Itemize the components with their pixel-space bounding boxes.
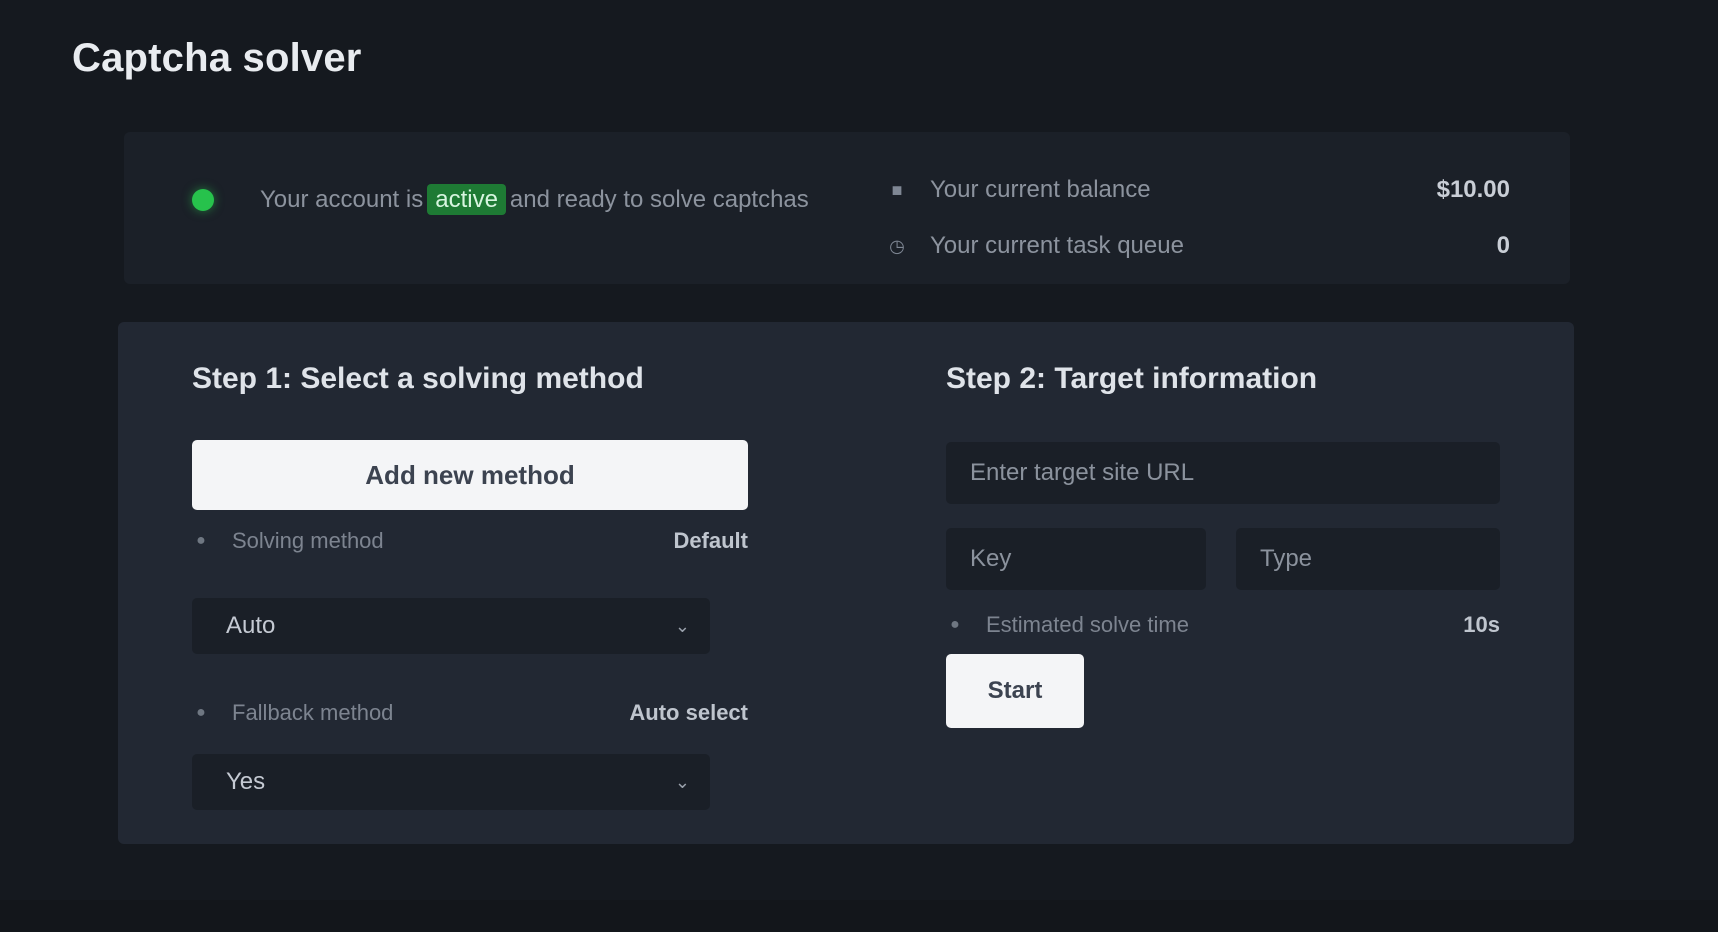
- page-title: Captcha solver: [72, 36, 362, 80]
- balance-label: Your current balance: [930, 176, 1151, 203]
- status-text-before: Your account is: [260, 186, 424, 213]
- queue-value: 0: [1496, 232, 1510, 259]
- status-indicator: [192, 189, 214, 211]
- info-icon: ●: [950, 616, 960, 633]
- chevron-down-icon: ⌄: [674, 615, 690, 636]
- status-text-after: and ready to solve captchas: [509, 186, 809, 213]
- status-badge: active: [427, 184, 506, 215]
- bottom-strip: [0, 900, 1718, 932]
- key-input[interactable]: [946, 528, 1206, 590]
- solve-time-value: 10s: [1463, 612, 1500, 637]
- add-method-button[interactable]: Add new method: [192, 440, 748, 510]
- solve-time-label: Estimated solve time: [986, 612, 1189, 637]
- type-input[interactable]: [1236, 528, 1500, 590]
- fallback-method-row: ● Fallback method Auto select: [192, 700, 748, 726]
- setup-card: Step 1: Select a solving method Add new …: [118, 322, 1574, 844]
- queue-label: Your current task queue: [930, 232, 1184, 259]
- balance-row: ■ Your current balance $10.00: [886, 162, 1510, 218]
- solve-time-row: ● Estimated solve time 10s: [946, 612, 1500, 638]
- info-icon: ●: [196, 532, 206, 549]
- account-status: Your account is active and ready to solve …: [192, 184, 809, 215]
- balance-value: $10.00: [1436, 176, 1510, 203]
- step1-title: Step 1: Select a solving method: [192, 362, 644, 395]
- fallback-method-select-value: Yes: [226, 768, 266, 795]
- wallet-icon: ■: [891, 179, 903, 200]
- fallback-method-select[interactable]: Yes ⌄: [192, 754, 710, 810]
- fallback-method-label: Fallback method: [232, 700, 394, 725]
- target-url-input[interactable]: [946, 442, 1500, 504]
- fallback-method-value: Auto select: [629, 700, 748, 725]
- solving-method-select[interactable]: Auto ⌄: [192, 598, 710, 654]
- info-icon: ●: [196, 704, 206, 721]
- account-status-card: Your account is active and ready to solve …: [124, 132, 1570, 284]
- solving-method-select-value: Auto: [226, 612, 276, 639]
- solving-method-value: Default: [673, 528, 748, 553]
- chevron-down-icon: ⌄: [674, 771, 690, 792]
- solving-method-label: Solving method: [232, 528, 384, 553]
- solving-method-row: ● Solving method Default: [192, 528, 748, 554]
- clock-icon: ◷: [889, 235, 905, 256]
- queue-row: ◷ Your current task queue 0: [886, 218, 1510, 274]
- step2-title: Step 2: Target information: [946, 362, 1318, 395]
- start-button[interactable]: Start: [946, 654, 1084, 728]
- account-info: ■ Your current balance $10.00 ◷ Your curre…: [886, 162, 1510, 274]
- status-message: Your account is active and ready to solve …: [260, 184, 809, 215]
